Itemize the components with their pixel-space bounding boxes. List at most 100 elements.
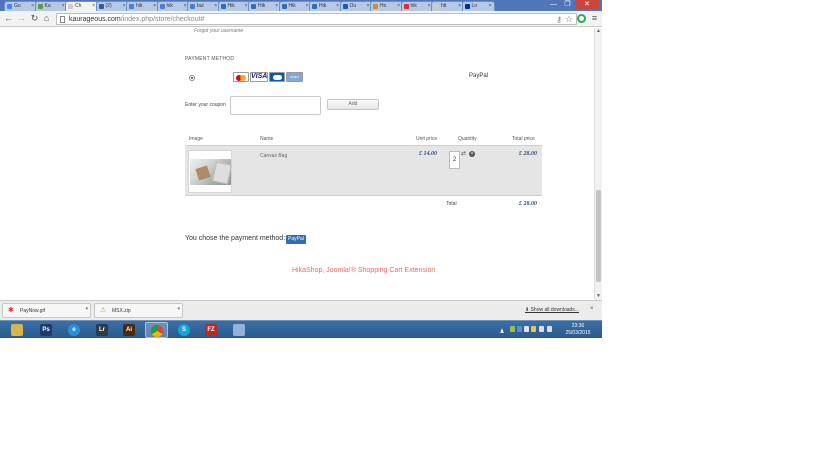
home-button[interactable]: ⌂ [41,13,52,24]
coupon-input[interactable] [230,96,321,115]
tab-close-icon[interactable]: × [458,3,461,10]
browser-tab[interactable]: hik × [126,1,159,11]
scroll-up-icon[interactable]: ▲ [595,28,602,34]
tab-label: hik [410,3,417,9]
add-coupon-button[interactable]: Add [327,99,379,110]
tab-close-icon[interactable]: × [397,3,400,10]
browser-tab[interactable]: Hik × [278,1,312,11]
download-item[interactable]: ⚠ MSX.zip ▾ [94,303,183,318]
taskbar-explorer[interactable] [6,322,29,338]
key-icon[interactable]: ⚷ [556,14,562,25]
browser-tab[interactable]: Ch × [65,1,98,11]
browser-tab[interactable]: bui × [187,1,220,11]
footer-link[interactable]: HikaShop, Joomla!® Shopping Cart Extensi… [292,267,435,274]
browser-tab[interactable]: Ka × [34,1,68,11]
tab-label: Ou [349,3,357,9]
paypal-label: PayPal [469,73,489,79]
screen: Go × Ka × Ch × (2) × hik × hik × bui × Hik × Hik × Hik × Hik… [0,0,602,338]
taskbar-illustrator[interactable]: Ai [118,322,141,338]
taskbar-photoshop[interactable]: Ps [35,322,58,338]
tab-close-icon[interactable]: × [275,3,278,10]
tab-close-icon[interactable]: × [31,3,34,10]
tray-app-icon[interactable] [517,326,522,332]
taskbar-lightroom[interactable]: Lr [91,322,114,338]
favicon-icon [434,4,439,9]
browser-tab[interactable]: hik × [156,1,190,11]
close-shelf-icon[interactable]: × [590,306,594,312]
remove-item-icon[interactable]: × [469,151,475,157]
tab-close-icon[interactable]: × [92,3,95,10]
illustrator-icon: Ai [123,324,135,336]
browser-tab[interactable]: Go × [4,1,37,11]
tab-label: htt [441,3,447,9]
show-all-downloads-link[interactable]: ⬇ Show all downloads... [525,307,579,313]
browser-tab[interactable]: Ou × [339,1,373,11]
taskbar-chrome[interactable] [145,322,168,338]
download-item[interactable]: ✱ PayNow.gif ▾ [2,303,91,318]
browser-tab[interactable]: Hik × [309,1,342,11]
minimize-icon[interactable]: — [547,0,560,9]
favicon-icon [342,4,348,9]
flag-icon[interactable] [531,326,536,332]
taskbar-skype[interactable]: S [173,322,196,338]
browser-tab[interactable]: Hik × [217,1,251,11]
browser-tab[interactable]: (2) × [95,1,129,11]
url-host: kaurageous.com [69,16,121,23]
forward-button[interactable]: → [16,13,27,24]
favicon-icon [159,4,165,9]
volume-icon[interactable] [547,326,552,332]
download-name: MSX.zip [112,308,131,314]
network-icon[interactable] [539,326,544,332]
browser-tab[interactable]: hik × [400,1,434,11]
forgot-username-link[interactable]: Forgot your username [194,28,243,34]
browser-tab[interactable]: Ho × [370,1,403,11]
close-window-icon[interactable]: ✕ [575,0,599,9]
maximize-icon[interactable]: ❐ [561,0,574,9]
refresh-quantity-icon[interactable]: ⇄ [461,151,467,157]
tab-label: Ka [44,3,51,9]
browser-tab[interactable]: htt × [431,1,464,11]
product-thumbnail[interactable] [188,150,232,193]
payment-method-title: PAYMENT METHOD [185,56,235,62]
payment-method-radio[interactable] [189,75,195,81]
taskbar-filezilla[interactable]: FZ [200,322,223,338]
tab-close-icon[interactable]: × [336,3,339,10]
bookmark-star-icon[interactable]: ☆ [565,14,573,25]
taskbar-window[interactable] [228,322,251,338]
tab-close-icon[interactable]: × [489,3,492,10]
taskbar-internet-explorer[interactable]: e [63,322,86,338]
reload-button[interactable]: ↻ [29,13,40,24]
browser-tab[interactable]: Lo × [461,1,495,11]
lightroom-icon: Lr [96,324,108,336]
col-header-unit-price: Unit price [416,136,438,142]
download-name: PayNow.gif [20,308,46,314]
tray-app-icon[interactable] [524,326,529,332]
scrollbar-thumb[interactable] [596,190,601,282]
tray-app-icon[interactable] [510,326,515,332]
favicon-icon [251,4,256,9]
favicon-icon [129,4,134,9]
favicon-icon [7,4,12,9]
quantity-input[interactable]: 2 [449,151,460,169]
tab-label: (2) [105,3,112,9]
chosen-method-text: You chose the payment method: [185,235,286,242]
address-bar[interactable]: kaurageous.com/index.php/store/checkout#… [56,13,577,25]
clock[interactable]: 23:36 25/03/2015 [558,323,598,337]
vertical-scrollbar[interactable]: ▲ ▼ [594,28,602,300]
tray-expand-icon[interactable] [500,328,504,333]
menu-button[interactable]: ≡ [589,13,600,24]
scroll-down-icon[interactable]: ▼ [595,293,602,299]
browser-tab[interactable]: Hik × [248,1,281,11]
back-button[interactable]: ← [3,13,14,24]
chevron-down-icon[interactable]: ▾ [85,306,88,312]
chevron-down-icon[interactable]: ▾ [177,306,180,312]
extension-icon[interactable] [577,14,586,23]
tab-close-icon[interactable]: × [153,3,156,10]
window-icon [233,324,245,336]
col-header-name: Name [260,136,274,142]
product-name[interactable]: Canvas Bag [260,153,287,159]
url-path: /index.php/store/checkout# [120,16,205,23]
warning-icon: ⚠ [100,307,107,314]
favicon-icon [68,4,73,9]
tab-close-icon[interactable]: × [214,3,217,10]
